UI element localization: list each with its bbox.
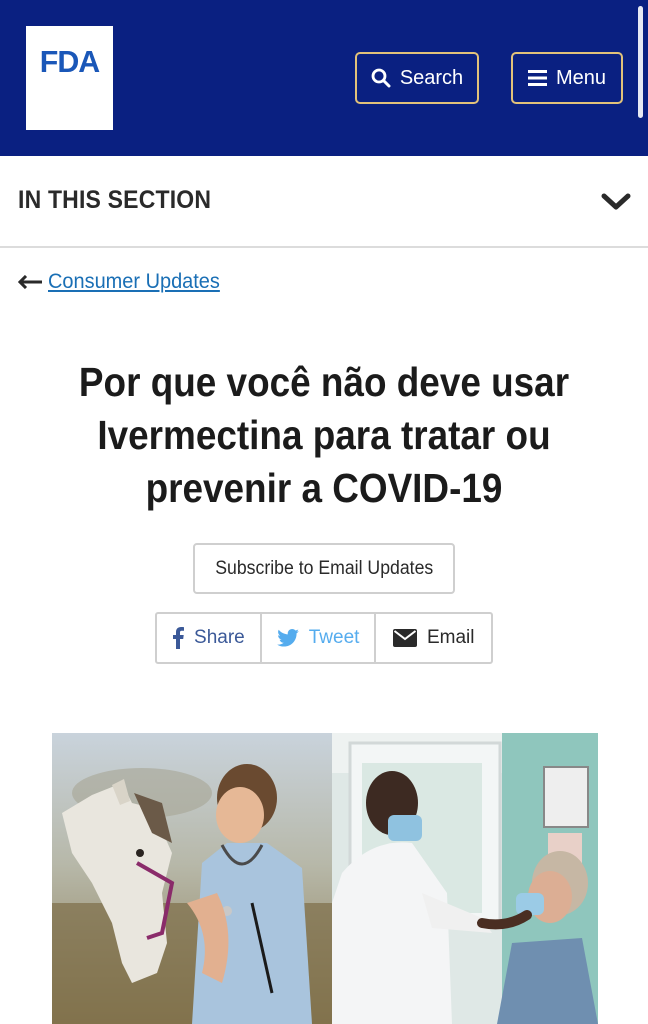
subscribe-label: Subscribe to Email Updates	[214, 557, 434, 579]
fda-logo-text: FDA	[39, 44, 100, 79]
facebook-share-button[interactable]: Share	[157, 614, 262, 662]
facebook-share-label: Share	[194, 627, 245, 648]
arrow-left-icon	[18, 275, 42, 289]
share-buttons: Share Tweet Email	[155, 612, 493, 664]
in-this-section-label: IN THIS SECTION	[18, 186, 212, 214]
subscribe-email-button[interactable]: Subscribe to Email Updates	[193, 543, 455, 594]
email-share-button[interactable]: Email	[376, 614, 491, 662]
title-line-3: prevenir a COVID-19	[145, 465, 503, 511]
site-header: FDA Search Menu	[0, 0, 648, 156]
title-line-2: Ivermectina para tratar ou	[97, 412, 551, 458]
fda-logo[interactable]: FDA	[26, 26, 113, 130]
search-icon	[371, 68, 391, 88]
page-title: Por que você não deve usar Ivermectina p…	[54, 356, 594, 515]
email-share-label: Email	[426, 627, 475, 648]
chevron-down-icon	[601, 193, 631, 210]
hamburger-icon	[527, 70, 547, 86]
search-button-label: Search	[399, 66, 464, 89]
facebook-icon	[173, 627, 185, 649]
search-button[interactable]: Search	[355, 52, 479, 104]
consumer-updates-link[interactable]: Consumer Updates	[48, 270, 220, 294]
scrollbar[interactable]	[638, 6, 643, 118]
envelope-icon	[392, 629, 417, 647]
menu-button-label: Menu	[555, 66, 607, 89]
twitter-tweet-button[interactable]: Tweet	[262, 614, 377, 662]
hero-image	[52, 733, 598, 1024]
veterinarian-with-horse-photo	[52, 733, 338, 1024]
doctor-examining-patient-photo	[332, 733, 598, 1024]
breadcrumb-back[interactable]: Consumer Updates	[18, 270, 229, 294]
title-line-1: Por que você não deve usar	[78, 359, 570, 405]
in-this-section-toggle[interactable]: IN THIS SECTION	[0, 156, 648, 248]
twitter-tweet-label: Tweet	[308, 627, 360, 648]
menu-button[interactable]: Menu	[511, 52, 623, 104]
twitter-icon	[276, 629, 299, 647]
